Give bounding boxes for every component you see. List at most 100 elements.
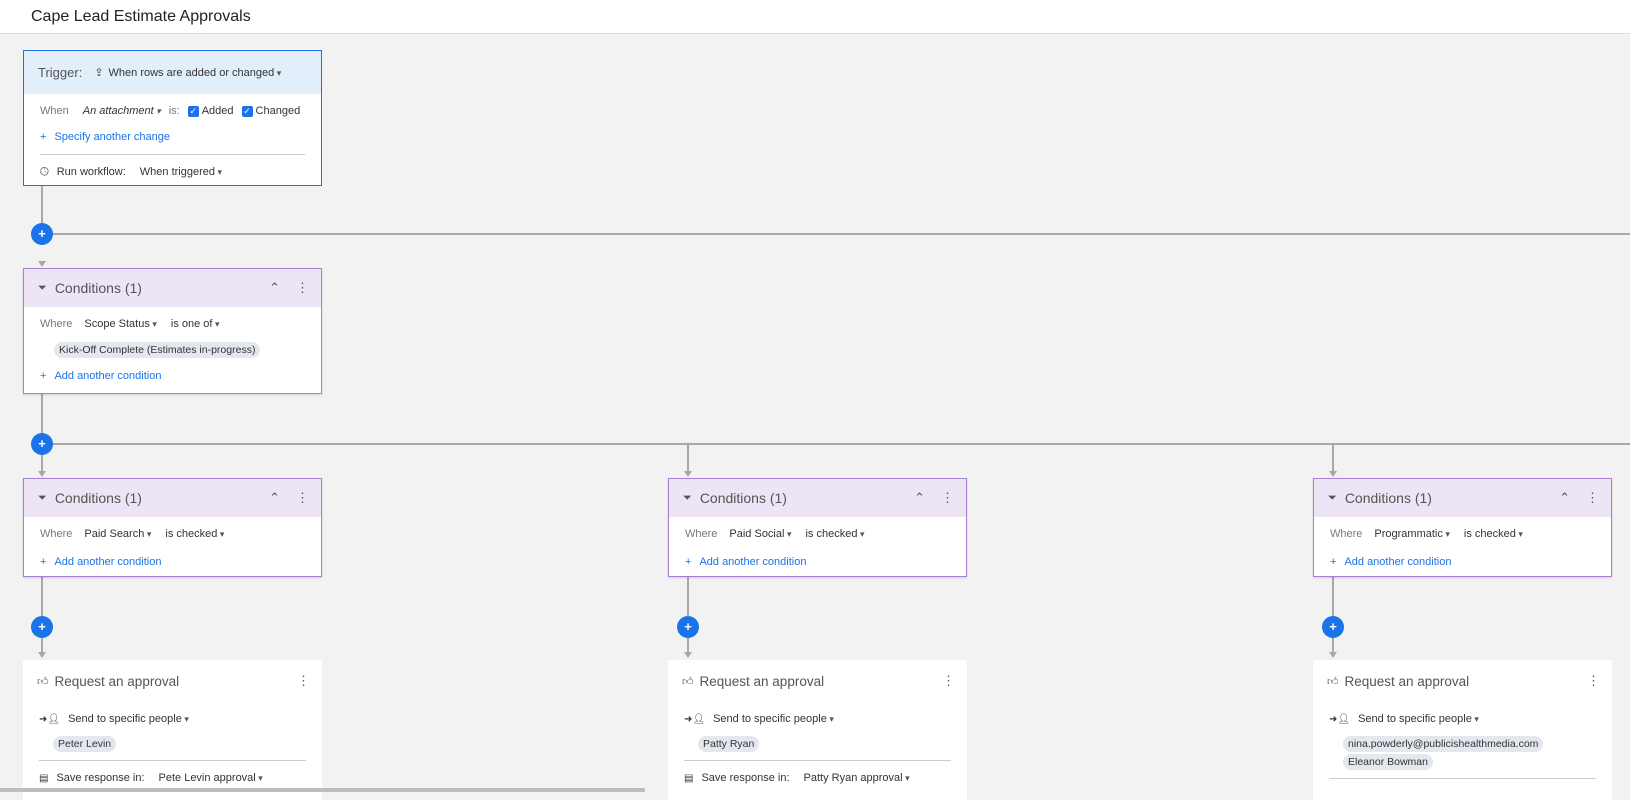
send-to-dropdown[interactable]: Send to specific people: [68, 713, 189, 725]
add-condition-label: Add another condition: [1344, 556, 1452, 568]
thumbs-up-icon: 👍︎: [682, 675, 694, 688]
save-icon: ▤: [39, 772, 49, 784]
field-dropdown[interactable]: Programmatic: [1374, 528, 1450, 540]
more-options-icon[interactable]: ⋮: [942, 673, 955, 689]
more-options-icon[interactable]: ⋮: [1586, 490, 1599, 506]
approval-card: 👍︎ Request an approval ⋮ ➜👤︎ Send to spe…: [1313, 660, 1612, 800]
collapse-icon[interactable]: ⌃: [269, 280, 280, 296]
divider: [39, 760, 306, 761]
save-response-dropdown[interactable]: Patty Ryan approval: [804, 772, 910, 784]
conditions-header: ⏷ Conditions (1) ⌃ ⋮: [669, 479, 966, 517]
trigger-card: Trigger: ⇪ When rows are added or change…: [23, 50, 322, 186]
operator-dropdown[interactable]: is checked: [805, 528, 864, 540]
arrow-down-icon: [684, 471, 692, 477]
plus-icon: +: [1330, 556, 1337, 568]
plus-icon: +: [40, 131, 47, 143]
add-condition-link[interactable]: + Add another condition: [24, 363, 321, 389]
approval-header: 👍︎ Request an approval ⋮: [23, 660, 322, 702]
add-step-button[interactable]: +: [1322, 616, 1344, 638]
arrow-down-icon: [684, 652, 692, 658]
add-person-icon: ➜👤︎: [1329, 713, 1351, 725]
add-step-button[interactable]: +: [31, 223, 53, 245]
add-person-icon: ➜👤︎: [39, 713, 61, 725]
person-chip[interactable]: Peter Levin: [53, 736, 117, 752]
save-icon: ▤: [684, 772, 694, 784]
where-label: Where: [1330, 528, 1363, 540]
upload-icon: ⇪: [94, 67, 104, 79]
add-step-button[interactable]: +: [31, 433, 53, 455]
operator-dropdown[interactable]: is one of: [171, 318, 220, 330]
trigger-label: Trigger:: [38, 65, 83, 80]
more-options-icon[interactable]: ⋮: [296, 280, 309, 296]
conditions-card: ⏷ Conditions (1) ⌃ ⋮ Where Scope Status i…: [23, 268, 322, 394]
save-response-dropdown[interactable]: Pete Levin approval: [159, 772, 263, 784]
field-dropdown[interactable]: An attachment: [83, 105, 161, 117]
connector: [42, 233, 1630, 235]
divider: [684, 760, 951, 761]
collapse-icon[interactable]: ⌃: [914, 490, 925, 506]
arrow-down-icon: [38, 261, 46, 267]
approval-title: Request an approval: [699, 673, 825, 689]
conditions-title: Conditions (1): [54, 280, 142, 296]
branch-conditions-card: ⏷ Conditions (1) ⌃ ⋮ Where Paid Social is…: [668, 478, 967, 577]
field-dropdown[interactable]: Scope Status: [84, 318, 156, 330]
add-condition-link[interactable]: + Add another condition: [669, 549, 966, 575]
save-response-label: Save response in:: [56, 772, 145, 784]
conditions-title: Conditions (1): [54, 490, 142, 506]
where-label: Where: [685, 528, 718, 540]
send-to-dropdown[interactable]: Send to specific people: [713, 713, 834, 725]
operator-dropdown[interactable]: is checked: [165, 528, 224, 540]
add-step-button[interactable]: +: [31, 616, 53, 638]
plus-icon: +: [685, 556, 692, 568]
person-chip[interactable]: Eleanor Bowman: [1343, 754, 1433, 770]
more-options-icon[interactable]: ⋮: [941, 490, 954, 506]
add-condition-link[interactable]: + Add another condition: [24, 549, 321, 575]
clock-icon: 🕓︎: [40, 165, 49, 178]
field-dropdown[interactable]: Paid Search: [84, 528, 151, 540]
where-label: Where: [40, 528, 73, 540]
when-label: When: [40, 105, 69, 117]
filter-icon: ⏷: [1328, 491, 1337, 504]
changed-checkbox[interactable]: ✓: [241, 105, 253, 117]
approval-title: Request an approval: [1344, 673, 1470, 689]
operator-dropdown[interactable]: is checked: [1464, 528, 1523, 540]
page-title: Cape Lead Estimate Approvals: [31, 8, 251, 25]
approval-header: 👍︎ Request an approval ⋮: [668, 660, 967, 702]
add-condition-label: Add another condition: [54, 370, 162, 382]
more-options-icon[interactable]: ⋮: [297, 673, 310, 689]
add-step-button[interactable]: +: [677, 616, 699, 638]
branch-conditions-card: ⏷ Conditions (1) ⌃ ⋮ Where Paid Search is…: [23, 478, 322, 577]
person-chip[interactable]: Patty Ryan: [698, 736, 760, 752]
field-dropdown[interactable]: Paid Social: [729, 528, 791, 540]
filter-icon: ⏷: [683, 491, 692, 504]
value-chip[interactable]: Kick-Off Complete (Estimates in-progress…: [54, 342, 261, 358]
connector: [42, 443, 1630, 445]
trigger-event-dropdown[interactable]: When rows are added or changed: [109, 67, 282, 79]
add-person-icon: ➜👤︎: [684, 713, 706, 725]
connector: [687, 577, 689, 653]
save-response-label: Save response in:: [701, 772, 790, 784]
person-chip[interactable]: nina.powderly@publicishealthmedia.com: [1343, 736, 1544, 752]
conditions-title: Conditions (1): [699, 490, 787, 506]
add-condition-link[interactable]: + Add another condition: [1314, 549, 1611, 575]
thumbs-up-icon: 👍︎: [37, 675, 49, 688]
arrow-down-icon: [38, 471, 46, 477]
approval-header: 👍︎ Request an approval ⋮: [1313, 660, 1612, 702]
approval-card: 👍︎ Request an approval ⋮ ➜👤︎ Send to spe…: [23, 660, 322, 800]
connector: [41, 577, 43, 653]
conditions-title: Conditions (1): [1344, 490, 1432, 506]
collapse-icon[interactable]: ⌃: [1559, 490, 1570, 506]
added-checkbox[interactable]: ✓: [187, 105, 199, 117]
horizontal-scrollbar[interactable]: [0, 788, 645, 792]
send-to-dropdown[interactable]: Send to specific people: [1358, 713, 1479, 725]
connector: [1332, 443, 1334, 473]
filter-icon: ⏷: [38, 491, 47, 504]
specify-another-change-link[interactable]: + Specify another change: [24, 124, 321, 150]
collapse-icon[interactable]: ⌃: [269, 490, 280, 506]
more-options-icon[interactable]: ⋮: [1587, 673, 1600, 689]
run-workflow-dropdown[interactable]: When triggered: [140, 166, 222, 178]
app-header: Cape Lead Estimate Approvals: [0, 0, 1630, 34]
more-options-icon[interactable]: ⋮: [296, 490, 309, 506]
arrow-down-icon: [38, 652, 46, 658]
plus-icon: +: [40, 370, 47, 382]
